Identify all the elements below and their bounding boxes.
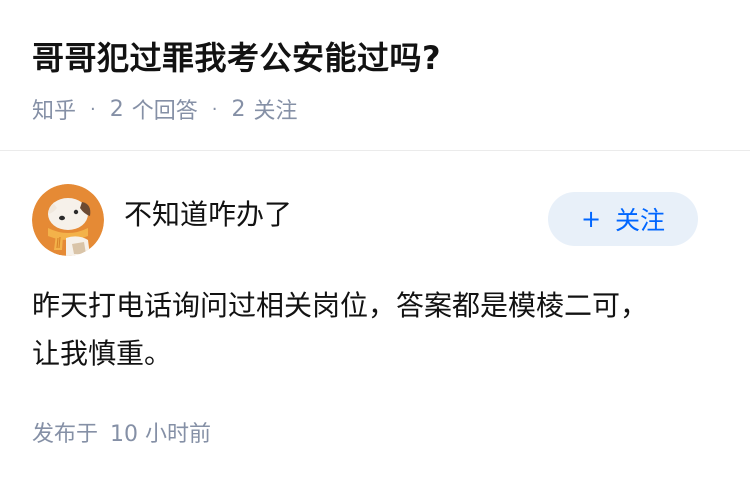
answer-line: 昨天打电话询问过相关岗位，答案都是模棱二可，	[32, 289, 649, 322]
author-avatar[interactable]	[32, 184, 104, 256]
post-time: 发布于 10 小时前	[32, 414, 211, 450]
question-title[interactable]: 哥哥犯过罪我考公安能过吗?	[32, 36, 441, 80]
answer-content[interactable]: 昨天打电话询问过相关岗位，答案都是模棱二可， 让我慎重。	[32, 282, 722, 378]
question-header: 哥哥犯过罪我考公安能过吗? 知乎 · 2 个回答 · 2 关注	[0, 0, 750, 150]
header-divider	[0, 150, 750, 151]
answer-count: 2	[109, 96, 124, 122]
posted-label: 发布于	[32, 422, 99, 447]
follow-button[interactable]: + 关注	[548, 192, 698, 246]
meta-separator: ·	[90, 98, 96, 120]
follower-count-label[interactable]: 关注	[254, 93, 298, 125]
answer-page: 哥哥犯过罪我考公安能过吗? 知乎 · 2 个回答 · 2 关注 不知道咋办了 +…	[0, 0, 750, 482]
follow-button-label: 关注	[615, 206, 666, 235]
plus-icon: +	[580, 205, 602, 233]
cartoon-dog-avatar-icon	[32, 184, 104, 256]
answer-count-label[interactable]: 个回答	[132, 93, 198, 125]
question-meta: 知乎 · 2 个回答 · 2 关注	[32, 92, 298, 126]
posted-time-value: 10 小时前	[110, 422, 212, 447]
follower-count: 2	[231, 96, 246, 122]
source-label[interactable]: 知乎	[32, 93, 76, 125]
author-info[interactable]: 不知道咋办了	[32, 184, 292, 256]
meta-separator: ·	[211, 98, 218, 120]
answer-line: 让我慎重。	[32, 337, 173, 370]
author-name[interactable]: 不知道咋办了	[124, 197, 292, 233]
